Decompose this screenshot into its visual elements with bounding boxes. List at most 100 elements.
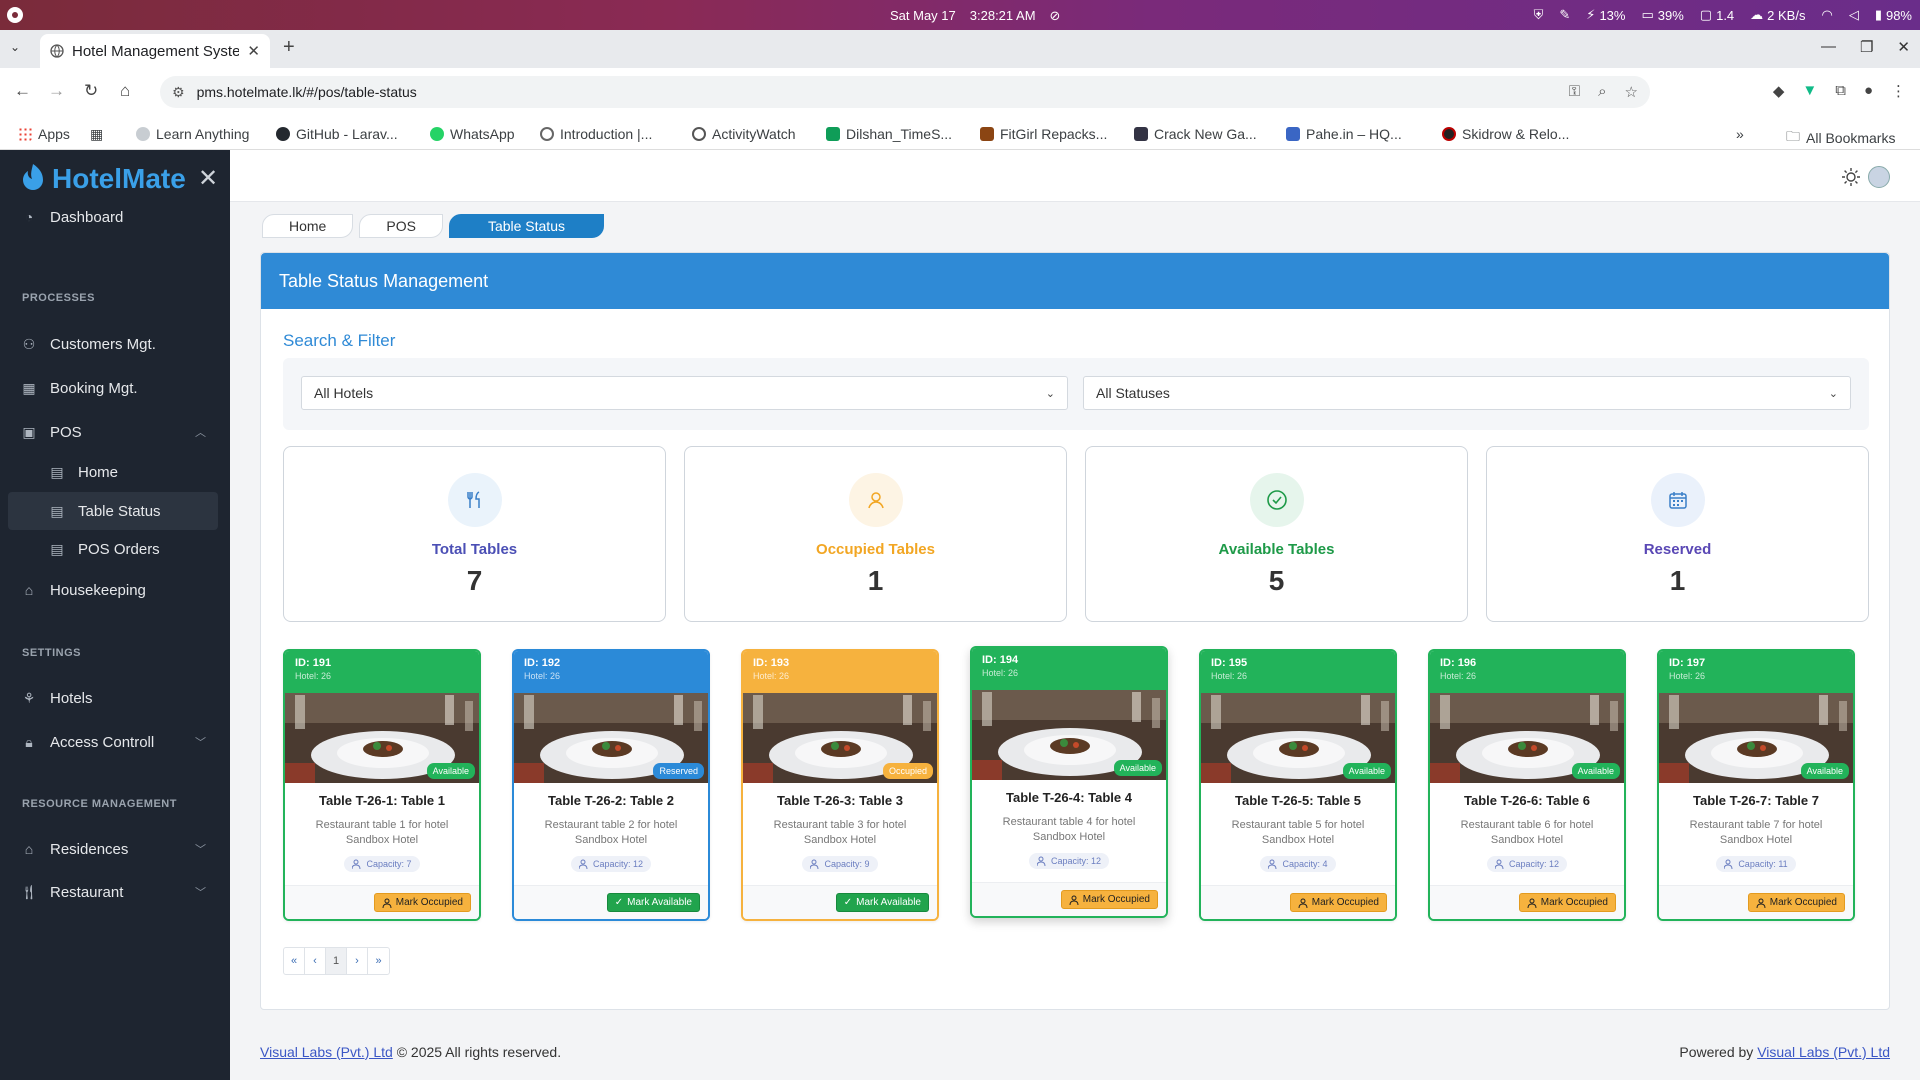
sidebar-item-restaurant[interactable]: 🍴︎ Restaurant ﹀ bbox=[8, 873, 218, 911]
tab-close-icon[interactable]: ✕ bbox=[247, 42, 260, 60]
extensions-area: ◆ ▼ ⧉ ● ⋮ bbox=[1773, 82, 1906, 100]
address-bar[interactable]: ⚙ pms.hotelmate.lk/#/pos/table-status ⚿ … bbox=[160, 76, 1650, 108]
browser-tab-active[interactable]: Hotel Management Syste ✕ bbox=[40, 34, 270, 68]
os-clock[interactable]: Sat May 17 3:28:21 AM ⊘ bbox=[890, 8, 1060, 24]
status-badge: Reserved bbox=[653, 763, 704, 779]
table-card[interactable]: ID: 197 Hotel: 26 Available Table T-26-7: T… bbox=[1657, 649, 1855, 921]
status-filter-select[interactable]: All Statuses ⌄ bbox=[1083, 376, 1851, 410]
os-logo-icon[interactable] bbox=[6, 6, 24, 24]
new-tab-button[interactable]: + bbox=[283, 36, 295, 59]
bookmark-skidrow[interactable]: Skidrow & Relo... bbox=[1442, 126, 1569, 142]
table-card[interactable]: ID: 192 Hotel: 26 Reserved Table T-26-2: Ta… bbox=[512, 649, 710, 921]
browser-tab-strip: ⌄ Hotel Management Syste ✕ + — ❐ ✕ bbox=[0, 30, 1920, 68]
bookmark-apps[interactable]: Apps bbox=[18, 126, 70, 142]
close-sidebar-icon[interactable]: ✕ bbox=[198, 164, 218, 193]
more-menu-icon[interactable]: ⋮ bbox=[1891, 82, 1906, 100]
table-capacity: Capacity: 4 bbox=[1282, 859, 1328, 869]
table-card[interactable]: ID: 191 Hotel: 26 Available Table T-26-1: T… bbox=[283, 649, 481, 921]
bookmark-favicon bbox=[1134, 127, 1148, 141]
table-id: ID: 195 bbox=[1211, 657, 1248, 669]
bookmark-introduction[interactable]: Introduction |... bbox=[540, 126, 652, 142]
back-arrow-icon[interactable]: ← bbox=[14, 81, 31, 101]
table-capacity: Capacity: 7 bbox=[366, 859, 412, 869]
zoom-icon[interactable]: ⌕ bbox=[1598, 83, 1606, 101]
users-icon bbox=[810, 859, 819, 869]
mark-available-button[interactable]: ✓ Mark Available bbox=[835, 893, 929, 912]
table-card[interactable]: ID: 196 Hotel: 26 Available Table T-26-6: T… bbox=[1428, 649, 1626, 921]
extensions-puzzle-icon[interactable]: ⧉ bbox=[1835, 82, 1846, 100]
sidebar-item-booking[interactable]: ▦ Booking Mgt. bbox=[8, 369, 218, 407]
mark-occupied-button[interactable]: Mark Occupied bbox=[1518, 893, 1616, 912]
sidebar-item-pos[interactable]: ▣ POS ︿ bbox=[8, 413, 218, 451]
bookmark-github[interactable]: GitHub - Larav... bbox=[276, 126, 398, 142]
close-window-icon[interactable]: ✕ bbox=[1897, 38, 1910, 56]
calendar-icon: ▦ bbox=[22, 379, 36, 396]
table-hotel: Hotel: 26 bbox=[1211, 671, 1248, 681]
pager-first[interactable]: « bbox=[284, 948, 305, 974]
table-card-header: ID: 193 Hotel: 26 bbox=[743, 651, 937, 693]
profile-avatar-icon[interactable]: ● bbox=[1864, 82, 1873, 100]
sun-theme-icon[interactable] bbox=[1842, 168, 1860, 186]
breadcrumb-home[interactable]: Home bbox=[262, 214, 354, 238]
restore-icon[interactable]: ❐ bbox=[1860, 38, 1873, 56]
window-controls: — ❐ ✕ bbox=[1821, 38, 1910, 56]
table-hotel: Hotel: 26 bbox=[1669, 671, 1706, 681]
table-card[interactable]: ID: 195 Hotel: 26 Available Table T-26-5: T… bbox=[1199, 649, 1397, 921]
table-description: Restaurant table 5 for hotel Sandbox Hot… bbox=[1231, 819, 1365, 846]
table-hotel: Hotel: 26 bbox=[982, 668, 1019, 678]
user-avatar[interactable] bbox=[1868, 166, 1890, 188]
bookmark-crack-new-games[interactable]: Crack New Ga... bbox=[1134, 126, 1257, 142]
users-icon bbox=[1268, 859, 1277, 869]
reload-icon[interactable]: ↻ bbox=[84, 81, 98, 101]
pos-grid-icon: ▣ bbox=[22, 423, 36, 440]
bookmark-learn-anything[interactable]: Learn Anything bbox=[136, 126, 249, 142]
pager-last[interactable]: » bbox=[368, 948, 389, 974]
sidebar-item-access-control[interactable]: 🔒︎ Access Controll ﹀ bbox=[8, 723, 218, 761]
key-icon[interactable]: ⚿ bbox=[1569, 83, 1580, 101]
table-card[interactable]: ID: 193 Hotel: 26 Occupied Table T-26-3: Ta… bbox=[741, 649, 939, 921]
extension-1-icon[interactable]: ◆ bbox=[1773, 82, 1785, 100]
bookmark-tab-groups[interactable]: ▦ bbox=[90, 126, 103, 143]
mark-occupied-button[interactable]: Mark Occupied bbox=[1060, 890, 1158, 909]
hotel-filter-select[interactable]: All Hotels ⌄ bbox=[301, 376, 1068, 410]
table-name: Table T-26-3: Table 3 bbox=[777, 793, 903, 808]
sidebar-item-customers[interactable]: ⚇ Customers Mgt. bbox=[8, 325, 218, 363]
sidebar-item-hotels[interactable]: ⚘ Hotels bbox=[8, 679, 218, 717]
pager-next[interactable]: › bbox=[347, 948, 368, 974]
status-badge: Available bbox=[426, 763, 475, 779]
sidebar-item-residences[interactable]: ⌂ Residences ﹀ bbox=[8, 830, 218, 868]
sidebar-item-pos-home[interactable]: ▤ Home bbox=[8, 453, 218, 491]
star-icon[interactable]: ☆ bbox=[1625, 83, 1638, 101]
footer-company-link-right[interactable]: Visual Labs (Pvt.) Ltd bbox=[1757, 1044, 1890, 1060]
site-info-icon[interactable]: ⚙ bbox=[172, 84, 185, 101]
mark-occupied-button[interactable]: Mark Occupied bbox=[1289, 893, 1387, 912]
pager-page-1[interactable]: 1 bbox=[326, 948, 347, 974]
sidebar-item-pos-orders[interactable]: ▤ POS Orders bbox=[8, 530, 218, 568]
table-card[interactable]: ID: 194 Hotel: 26 Available Table T-26-4: T… bbox=[970, 646, 1168, 918]
extension-2-icon[interactable]: ▼ bbox=[1802, 82, 1817, 100]
bookmark-whatsapp[interactable]: WhatsApp bbox=[430, 126, 515, 142]
bookmarks-overflow[interactable]: » bbox=[1736, 126, 1744, 142]
os-status-area[interactable]: ⛨ ✎ ⚡ 13% ▭ 39% ▢ 1.4 ☁ 2 KB/s ◠ ◁ ▮ 98% bbox=[1534, 7, 1912, 23]
bookmark-dilshan-timesheet[interactable]: Dilshan_TimeS... bbox=[826, 126, 952, 142]
brand-logo[interactable]: HotelMate bbox=[20, 162, 186, 196]
mark-occupied-button[interactable]: Mark Occupied bbox=[1747, 893, 1845, 912]
bookmark-fitgirl[interactable]: FitGirl Repacks... bbox=[980, 126, 1107, 142]
bookmark-pahe[interactable]: Pahe.in – HQ... bbox=[1286, 126, 1402, 142]
mark-occupied-button[interactable]: Mark Occupied bbox=[373, 893, 471, 912]
bookmark-activitywatch[interactable]: ActivityWatch bbox=[692, 126, 796, 142]
tab-search-chevron-icon[interactable]: ⌄ bbox=[10, 40, 20, 54]
breadcrumb-pos[interactable]: POS bbox=[359, 214, 443, 238]
footer-company-link[interactable]: Visual Labs (Pvt.) Ltd bbox=[260, 1044, 393, 1060]
sidebar-item-housekeeping[interactable]: ⌂ Housekeeping bbox=[8, 571, 218, 609]
chevron-down-icon: ﹀ bbox=[195, 844, 206, 856]
sidebar-item-dashboard[interactable]: ◔ Dashboard bbox=[8, 198, 218, 236]
minimize-icon[interactable]: — bbox=[1821, 38, 1836, 56]
mark-available-button[interactable]: ✓ Mark Available bbox=[606, 893, 700, 912]
pager-prev[interactable]: ‹ bbox=[305, 948, 326, 974]
volume-icon: ◁ bbox=[1848, 7, 1859, 22]
home-icon[interactable]: ⌂ bbox=[120, 81, 130, 101]
all-bookmarks-button[interactable]: 🗀 All Bookmarks bbox=[1786, 126, 1895, 150]
sidebar-item-table-status[interactable]: ▤ Table Status bbox=[8, 492, 218, 530]
forward-arrow-icon[interactable]: → bbox=[48, 81, 65, 101]
